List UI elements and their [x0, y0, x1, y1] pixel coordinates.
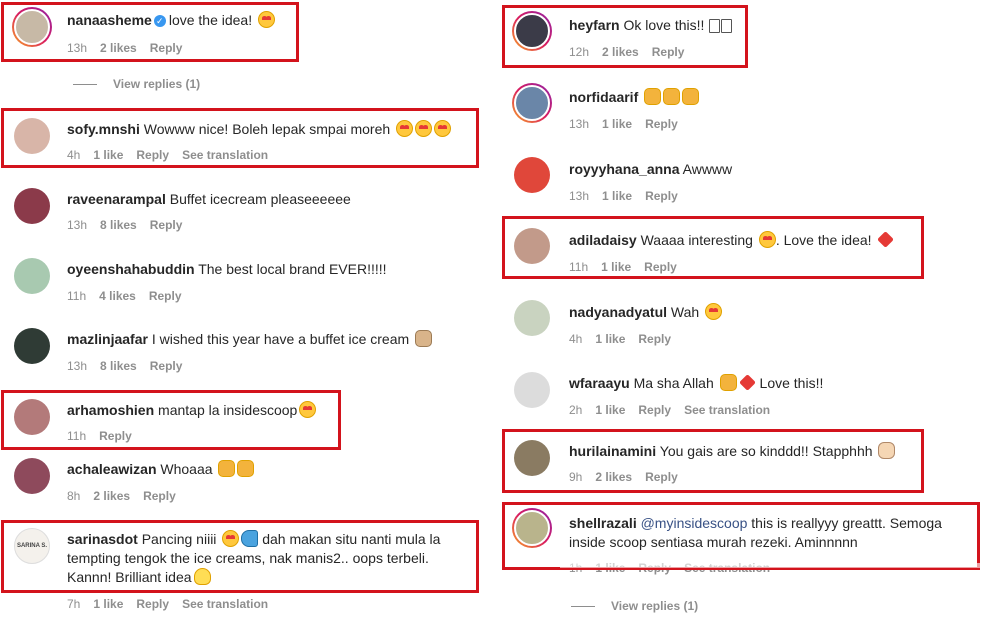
comment-username[interactable]: achaleawizan [67, 461, 157, 477]
raised-hands-emoji-icon [237, 460, 255, 477]
highlight-box [1, 108, 479, 168]
avatar[interactable] [514, 300, 550, 336]
reply-button[interactable]: Reply [638, 332, 671, 346]
highlight-box [502, 429, 924, 493]
red-heart-emoji-icon [738, 374, 756, 391]
comment-timestamp[interactable]: 13h [569, 117, 589, 131]
comment-likes[interactable]: 8 likes [100, 359, 137, 373]
comment-username[interactable]: wfaraayu [569, 375, 630, 391]
raised-hands-emoji-icon [218, 460, 236, 477]
divider-dash [571, 606, 595, 608]
comment-timestamp[interactable]: 13h [67, 359, 87, 373]
comment-text: Whoaaa [160, 461, 213, 477]
reply-button[interactable]: Reply [150, 218, 183, 232]
reply-button[interactable]: Reply [136, 597, 169, 611]
highlight-box [502, 5, 748, 68]
avatar[interactable] [14, 458, 50, 494]
comment-username[interactable]: norfidaarif [569, 89, 638, 105]
comment-timestamp[interactable]: 4h [569, 332, 582, 346]
comment-text: Buffet icecream pleaseeeeee [169, 191, 351, 207]
comment-likes[interactable]: 4 likes [99, 289, 136, 303]
comment-username[interactable]: mazlinjaafar [67, 331, 148, 347]
thumbs-up-emoji-icon [682, 88, 700, 105]
reply-button[interactable]: Reply [143, 489, 176, 503]
avatar[interactable] [512, 83, 552, 123]
divider-dash [73, 84, 97, 86]
cut-off-overlay [560, 563, 980, 568]
avatar[interactable] [14, 258, 50, 294]
comment-username[interactable]: royyyhana_anna [569, 161, 680, 177]
see-translation-button[interactable]: See translation [684, 403, 770, 417]
comment-text: The best local brand EVER!!!!! [198, 261, 387, 277]
highlight-box [1, 2, 299, 62]
reply-button[interactable]: Reply [645, 189, 678, 203]
comment-text: Wah [670, 304, 700, 320]
comment-username[interactable]: oyeenshahabuddin [67, 261, 195, 277]
column-gap [482, 0, 502, 623]
comment-timestamp[interactable]: 13h [67, 218, 87, 232]
comment-timestamp[interactable]: 11h [67, 289, 86, 303]
comment-likes[interactable]: 1 like [93, 597, 123, 611]
comment-likes[interactable]: 1 like [602, 117, 632, 131]
reply-button[interactable]: Reply [638, 403, 671, 417]
comment-likes[interactable]: 1 like [595, 332, 625, 346]
highlight-box [502, 502, 980, 570]
comment-text: Ma sha Allah [633, 375, 714, 391]
comment-username[interactable]: nadyanadyatul [569, 304, 667, 320]
reply-button[interactable]: Reply [150, 359, 183, 373]
raised-hands-emoji-icon [719, 374, 737, 391]
avatar[interactable] [514, 372, 550, 408]
pray-emoji-icon [415, 330, 433, 347]
comment-text: I wished this year have a buffet ice cre… [151, 331, 410, 347]
comment-timestamp[interactable]: 7h [67, 597, 80, 611]
comment-likes[interactable]: 1 like [602, 189, 632, 203]
clapping-hands-emoji-icon [663, 88, 681, 105]
highlight-box [1, 390, 341, 450]
comment-likes[interactable]: 1 like [595, 403, 625, 417]
comment-timestamp[interactable]: 2h [569, 403, 582, 417]
avatar[interactable] [14, 328, 50, 364]
comment-timestamp[interactable]: 13h [569, 189, 589, 203]
avatar[interactable] [14, 188, 50, 224]
highlight-box [502, 216, 924, 279]
comment-timestamp[interactable]: 8h [67, 489, 80, 503]
comment-username[interactable]: raveenarampal [67, 191, 166, 207]
highlight-box [1, 520, 479, 593]
see-translation-button[interactable]: See translation [182, 597, 268, 611]
heart-eyes-emoji-icon [705, 303, 723, 320]
avatar[interactable] [514, 157, 550, 193]
reply-button[interactable]: Reply [149, 289, 182, 303]
comment-likes[interactable]: 2 likes [93, 489, 130, 503]
view-replies-button[interactable]: View replies (1) [73, 77, 200, 91]
clapping-hands-emoji-icon [644, 88, 662, 105]
comment-likes[interactable]: 8 likes [100, 218, 137, 232]
reply-button[interactable]: Reply [645, 117, 678, 131]
comment-text-continued: Love this!! [759, 375, 824, 391]
view-replies-button[interactable]: View replies (1) [571, 599, 698, 613]
comment-text: Awwww [682, 161, 733, 177]
